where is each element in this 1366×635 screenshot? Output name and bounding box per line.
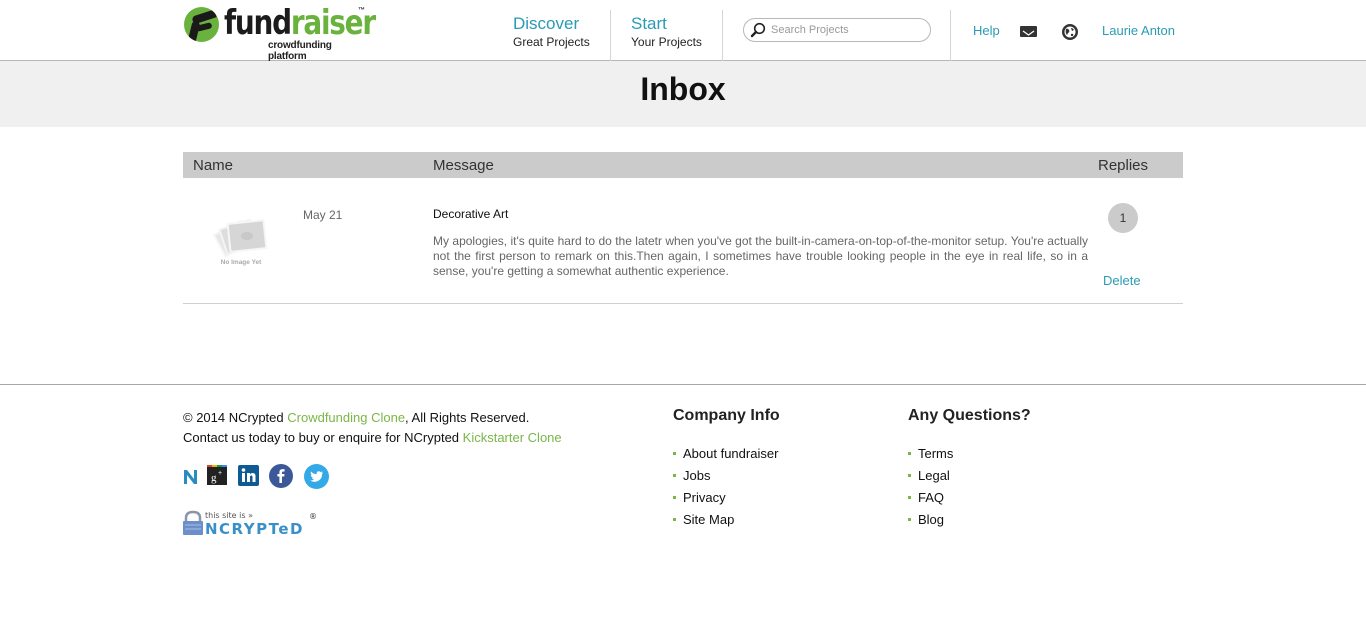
- search-box[interactable]: [743, 18, 931, 42]
- help-link[interactable]: Help: [973, 23, 1000, 38]
- user-menu-link[interactable]: Laurie Anton: [1102, 23, 1175, 38]
- footer-link-privacy[interactable]: Privacy: [673, 487, 778, 509]
- crowdfunding-clone-link[interactable]: Crowdfunding Clone: [287, 410, 405, 425]
- facebook-icon[interactable]: [269, 464, 293, 488]
- column-header-name: Name: [193, 157, 234, 174]
- table-row[interactable]: No Image Yet May 21 Decorative Art My ap…: [183, 178, 1183, 304]
- message-date: May 21: [303, 208, 343, 222]
- linkedin-icon[interactable]: [238, 465, 259, 486]
- globe-icon[interactable]: [1061, 23, 1079, 41]
- logo-mark-icon: [184, 7, 219, 42]
- ncrypted-icon[interactable]: [183, 469, 198, 485]
- badge-line1: this site is »: [205, 511, 253, 520]
- trademark: ™: [358, 7, 365, 14]
- svg-text:g: g: [211, 472, 217, 484]
- footer-link-blog[interactable]: Blog: [908, 509, 953, 531]
- footer-link-jobs[interactable]: Jobs: [673, 465, 778, 487]
- nav-start[interactable]: Start Your Projects: [631, 14, 702, 50]
- questions-list: Terms Legal FAQ Blog: [908, 443, 953, 531]
- logo-text: fundraiser: [224, 3, 376, 43]
- nav-start-subtitle: Your Projects: [631, 35, 702, 49]
- company-info-list: About fundraiser Jobs Privacy Site Map: [673, 443, 778, 531]
- site-footer: © 2014 NCrypted Crowdfunding Clone, All …: [0, 384, 1366, 635]
- kickstarter-clone-link[interactable]: Kickstarter Clone: [463, 430, 562, 445]
- search-input[interactable]: [771, 21, 926, 39]
- title-band: Inbox: [0, 61, 1366, 127]
- message-subject[interactable]: Decorative Art: [433, 207, 508, 221]
- search-icon[interactable]: [750, 22, 766, 38]
- no-image-label: No Image Yet: [221, 259, 263, 266]
- inbox-table-header: Name Message Replies: [183, 152, 1183, 178]
- ncrypted-badge[interactable]: this site is » NCRYPTeD ®: [183, 509, 323, 538]
- page-title: Inbox: [640, 71, 726, 107]
- column-header-replies: Replies: [1098, 157, 1149, 174]
- delete-message-link[interactable]: Delete: [1103, 273, 1141, 288]
- nav-divider: [722, 10, 723, 61]
- google-plus-icon[interactable]: g +: [207, 465, 227, 485]
- lock-icon: [183, 521, 203, 535]
- company-info-heading: Company Info: [673, 407, 780, 424]
- footer-link-sitemap[interactable]: Site Map: [673, 509, 778, 531]
- footer-link-legal[interactable]: Legal: [908, 465, 953, 487]
- footer-link-terms[interactable]: Terms: [908, 443, 953, 465]
- nav-start-title: Start: [631, 14, 667, 33]
- site-header: fundraiser ™ crowdfunding platform Disco…: [0, 0, 1366, 62]
- nav-divider: [950, 10, 951, 61]
- message-preview: My apologies, it's quite hard to do the …: [433, 234, 1088, 278]
- questions-heading: Any Questions?: [908, 407, 1031, 424]
- nav-discover-title: Discover: [513, 14, 580, 33]
- nav-discover[interactable]: Discover Great Projects: [513, 14, 590, 50]
- footer-copyright: © 2014 NCrypted Crowdfunding Clone, All …: [183, 410, 562, 445]
- logo[interactable]: fundraiser ™ crowdfunding platform: [184, 3, 376, 62]
- footer-link-faq[interactable]: FAQ: [908, 487, 953, 509]
- footer-link-about[interactable]: About fundraiser: [673, 443, 778, 465]
- no-image-avatar: No Image Yet: [211, 214, 275, 270]
- twitter-icon[interactable]: [304, 464, 329, 489]
- badge-line2: NCRYPTeD: [205, 520, 304, 537]
- svg-text:+: +: [218, 470, 222, 477]
- nav-discover-subtitle: Great Projects: [513, 35, 590, 49]
- nav-divider: [610, 10, 611, 61]
- column-header-message: Message: [433, 157, 494, 174]
- badge-registered: ®: [309, 512, 317, 521]
- mail-icon[interactable]: [1020, 26, 1037, 37]
- replies-count-badge: 1: [1108, 203, 1138, 233]
- logo-tagline: crowdfunding platform: [268, 40, 332, 62]
